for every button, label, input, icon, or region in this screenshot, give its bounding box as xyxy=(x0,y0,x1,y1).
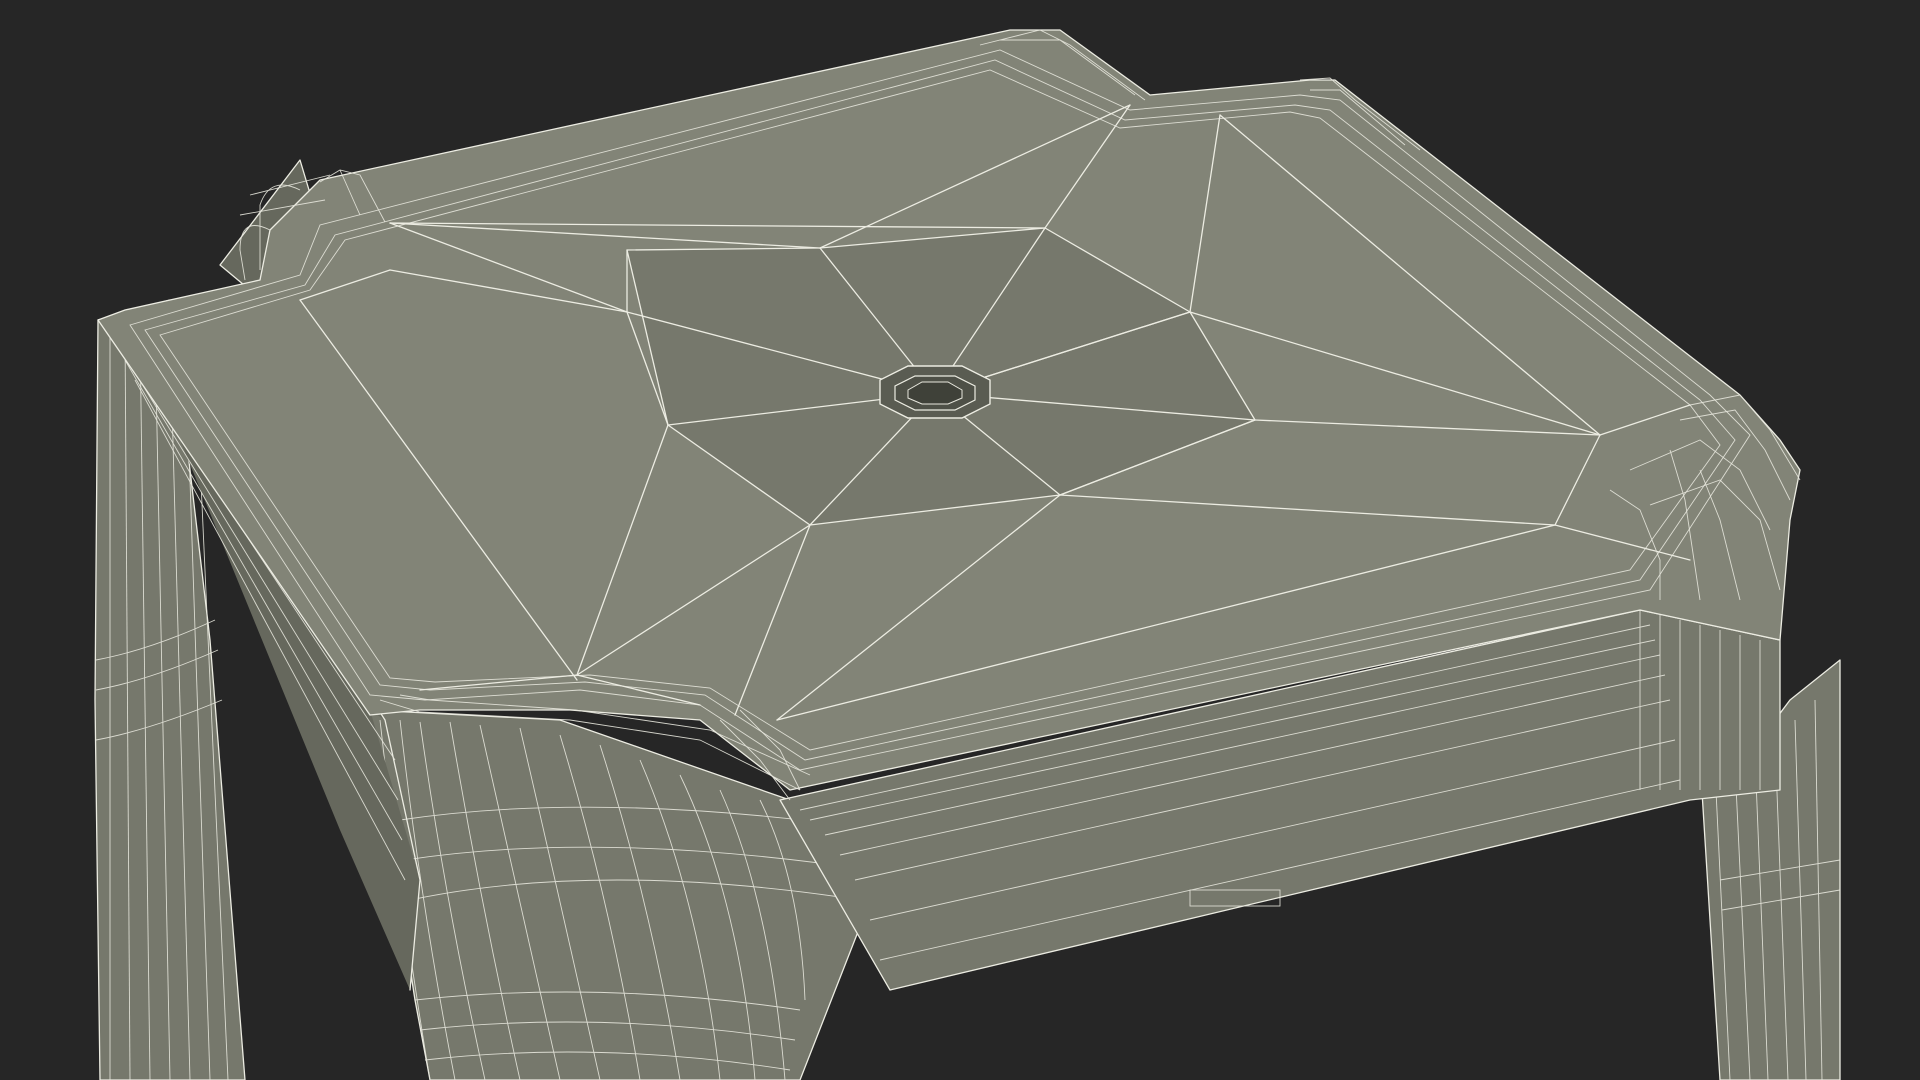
viewport xyxy=(94,29,1841,1080)
umbrella-hole xyxy=(879,365,991,419)
